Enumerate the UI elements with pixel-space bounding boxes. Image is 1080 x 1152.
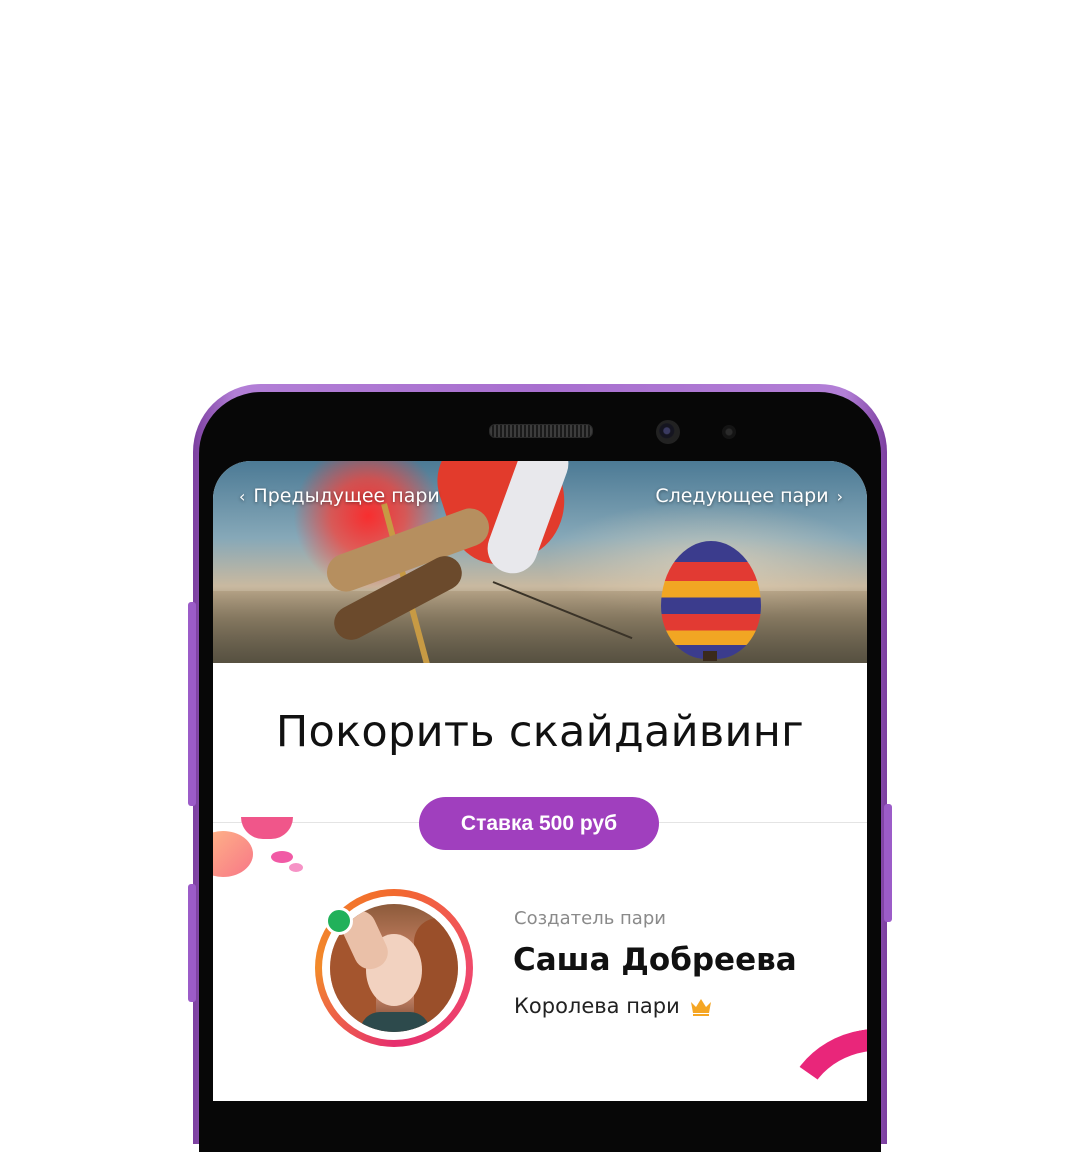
decor-dot xyxy=(271,851,293,863)
decor-dot xyxy=(289,863,303,872)
creator-caption: Создатель пари xyxy=(514,908,666,929)
phone-side-button xyxy=(188,884,196,1002)
balloon-basket xyxy=(703,651,717,661)
prev-bet-link[interactable]: ‹ Предыдущее пари xyxy=(231,485,440,507)
creator-name[interactable]: Саша Добреева xyxy=(513,942,797,978)
chevron-right-icon: › xyxy=(836,487,843,506)
hot-air-balloon xyxy=(661,541,761,659)
phone-sensor xyxy=(722,425,736,439)
bet-title: Покорить скайдайвинг xyxy=(275,707,805,757)
prev-bet-label: Предыдущее пари xyxy=(253,485,440,507)
app-screen: ‹ Предыдущее пари Следующее пари › Покорит… xyxy=(213,461,867,1101)
phone-side-button xyxy=(884,804,892,922)
online-status-indicator xyxy=(325,907,353,935)
phone-speaker xyxy=(489,424,593,438)
decor-swoosh xyxy=(770,1014,867,1101)
creator-status-label: Королева пари xyxy=(514,994,680,1018)
phone-side-button xyxy=(188,602,196,806)
crown-icon xyxy=(690,997,712,1021)
next-bet-label: Следующее пари xyxy=(655,485,829,507)
stake-button[interactable]: Ставка 500 руб xyxy=(419,797,659,850)
next-bet-link[interactable]: Следующее пари › xyxy=(655,485,851,507)
chevron-left-icon: ‹ xyxy=(239,487,246,506)
decor-blob xyxy=(241,817,293,839)
front-camera xyxy=(656,420,680,444)
hero-image: ‹ Предыдущее пари Следующее пари › xyxy=(213,461,867,663)
avatar-shirt xyxy=(360,1012,430,1032)
decor-blob xyxy=(213,831,253,877)
creator-status: Королева пари xyxy=(514,994,712,1021)
